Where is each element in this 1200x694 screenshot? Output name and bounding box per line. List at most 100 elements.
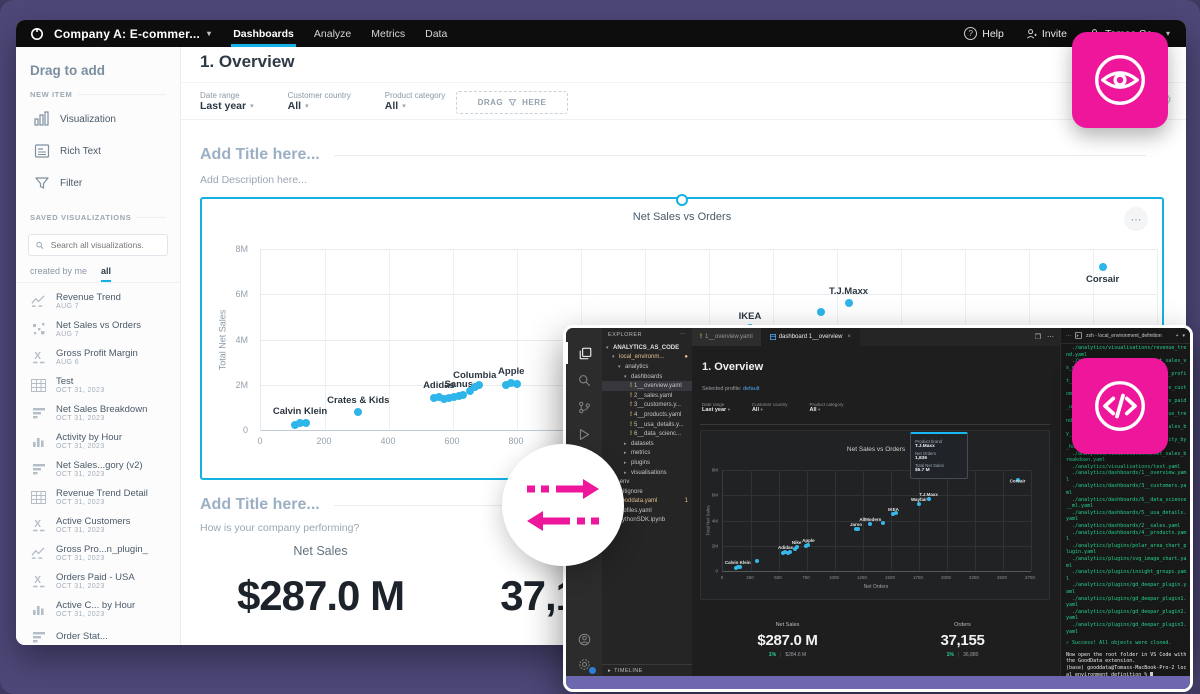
x-tick-label: 800 [508, 436, 523, 446]
editor-tabbar: ! 1__overview.yaml dashboard 1__overview… [692, 328, 1060, 346]
scatter-point-allmodern[interactable] [868, 522, 872, 526]
kpi-net-sales[interactable]: Net Sales $287.0 M 1%|$284.6 M [700, 616, 875, 674]
invite-button[interactable]: Invite [1026, 28, 1067, 40]
account-icon[interactable] [566, 628, 602, 650]
tree-item-datasets[interactable]: ▸datasets [602, 439, 692, 449]
scatter-point-crates-kids[interactable] [354, 408, 362, 416]
timeline-section[interactable]: ▸ TIMELINE [602, 664, 692, 676]
drag-filter-here-dropzone[interactable]: DRAG HERE [456, 91, 568, 114]
split-editor-icon[interactable]: ❐ [1035, 333, 1041, 341]
saved-viz-item[interactable]: Net Sales vs Orders AUG 7 [16, 315, 180, 343]
saved-viz-item[interactable]: Active C... by Hour OCT 31, 2023 [16, 595, 180, 623]
saved-viz-item[interactable]: X Gross Profit Margin AUG 6 [16, 343, 180, 371]
tree-item-local-environm-[interactable]: ▾local_environm...● [602, 353, 692, 363]
scatter-point[interactable] [738, 565, 742, 569]
widget-resize-handle[interactable] [676, 194, 688, 206]
invite-person-icon [1026, 28, 1037, 39]
new-terminal-icon[interactable]: + [1176, 333, 1179, 339]
explorer-more-icon[interactable]: ⋯ [680, 332, 686, 338]
tree-root[interactable]: ▾ANALYTICS_AS_CODE [602, 343, 692, 353]
filter-product-category[interactable]: Product category All▾ [385, 91, 445, 112]
scatter-point[interactable] [755, 559, 759, 563]
nav-metrics[interactable]: Metrics [371, 20, 405, 47]
tree-item-1-overview-yaml[interactable]: !1__overview.yaml [602, 381, 692, 391]
section2-description[interactable]: How is your company performing? [200, 522, 359, 534]
nav-analyze[interactable]: Analyze [314, 20, 351, 47]
x-tick-label: 0 [721, 575, 724, 580]
point-label: Apple [802, 538, 815, 543]
tab-created-by-me[interactable]: created by me [30, 266, 87, 282]
saved-viz-item[interactable]: Test OCT 31, 2023 [16, 371, 180, 399]
new-item-rich-text[interactable]: Rich Text [16, 135, 180, 167]
workspace-switcher[interactable]: Company A: E-commer... ▾ [54, 27, 211, 41]
files-icon[interactable] [566, 342, 602, 364]
kpi-orders[interactable]: Orders 37,155 1%|36,880 [875, 616, 1050, 674]
settings-gear-icon[interactable] [566, 653, 602, 675]
source-control-icon[interactable] [566, 396, 602, 418]
chevron-down-icon[interactable]: ▾ [1182, 333, 1185, 339]
saved-viz-item[interactable]: Order Stat... [16, 623, 180, 645]
search-icon[interactable] [566, 369, 602, 391]
saved-viz-item[interactable]: Gross Pro...n_plugin_ OCT 31, 2023 [16, 539, 180, 567]
new-item-visualization[interactable]: Visualization [16, 103, 180, 135]
scatter-point[interactable] [513, 380, 521, 388]
tree-item-5-usa-details-y-[interactable]: !5__usa_details.y... [602, 420, 692, 430]
tab-all[interactable]: all [101, 266, 111, 282]
nav-data[interactable]: Data [425, 20, 447, 47]
terminal-line: ./analytics/dashboards/3__customers.yaml [1066, 483, 1187, 496]
tree-item-dashboards[interactable]: ▾dashboards [602, 372, 692, 382]
scatter-point-corsair[interactable] [1099, 263, 1107, 271]
tree-item-3-customers-y-[interactable]: !3__customers.y... [602, 401, 692, 411]
filter-product-category[interactable]: Product category All ▾ [809, 402, 843, 413]
search-input[interactable] [49, 239, 160, 251]
widget-menu-button[interactable]: ⋯ [1124, 207, 1148, 231]
saved-viz-item[interactable]: Net Sales...gory (v2) OCT 31, 2023 [16, 455, 180, 483]
scatter-point[interactable] [817, 308, 825, 316]
tree-item-4-products-yaml[interactable]: !4__products.yaml [602, 410, 692, 420]
tree-item-metrics[interactable]: ▸metrics [602, 449, 692, 459]
scatter-point[interactable] [302, 419, 310, 427]
tree-item-plugins[interactable]: ▸plugins [602, 458, 692, 468]
sync-badge [502, 444, 624, 566]
close-icon[interactable]: × [847, 334, 851, 340]
filter-date-range[interactable]: Date range Last year▾ [200, 91, 254, 112]
scatter-point-nike[interactable] [795, 545, 799, 549]
tab-overview-yaml[interactable]: ! 1__overview.yaml [692, 328, 762, 346]
scatter-point-apple[interactable] [806, 543, 810, 547]
filter-date-range[interactable]: Date range Last year ▾ [702, 402, 730, 413]
scatter-point[interactable] [475, 381, 483, 389]
editor-more-icon[interactable]: ⋯ [1047, 333, 1054, 341]
run-debug-icon[interactable] [566, 423, 602, 445]
top-nav: Dashboards Analyze Metrics Data [233, 20, 447, 47]
saved-viz-item[interactable]: X Orders Paid - USA OCT 31, 2023 [16, 567, 180, 595]
saved-viz-item[interactable]: Revenue Trend AUG 7 [16, 287, 180, 315]
tree-item-2-sales-yaml[interactable]: !2__sales.yaml [602, 391, 692, 401]
point-label: Wayfair [911, 497, 927, 502]
tree-item-6-data-scienc-[interactable]: !6__data_scienc... [602, 429, 692, 439]
saved-viz-item[interactable]: Activity by Hour OCT 31, 2023 [16, 427, 180, 455]
filter-customer-country[interactable]: Customer country All ▾ [752, 402, 788, 413]
panel-more-icon[interactable]: ⋯ [1066, 333, 1071, 339]
tab-dashboard-overview[interactable]: dashboard 1__overview × [762, 328, 860, 346]
scatter-point[interactable] [856, 527, 860, 531]
saved-viz-item[interactable]: Net Sales Breakdown OCT 31, 2023 [16, 399, 180, 427]
kpi-net-sales[interactable]: Net Sales $287.0 M [200, 544, 441, 620]
visualization-icon [34, 111, 50, 127]
tree-item-analytics[interactable]: ▾analytics [602, 362, 692, 372]
help-button[interactable]: ? Help [964, 27, 1004, 40]
viz-type-icon [30, 491, 47, 504]
nav-dashboards[interactable]: Dashboards [233, 20, 294, 47]
section1-description-placeholder[interactable]: Add Description here... [200, 174, 307, 186]
y-tick-label: 6M [712, 493, 718, 498]
scatter-point-t-j-maxx[interactable] [927, 497, 931, 501]
scatter-point[interactable] [894, 511, 898, 515]
filter-customer-country[interactable]: Customer country All▾ [288, 91, 351, 112]
saved-viz-item[interactable]: X Active Customers OCT 31, 2023 [16, 511, 180, 539]
scatter-point[interactable] [788, 550, 792, 554]
scatter-point-wayfair[interactable] [917, 502, 921, 506]
scatter-point-t-j-maxx[interactable] [845, 299, 853, 307]
scatter-point[interactable] [881, 521, 885, 525]
new-item-filter[interactable]: Filter [16, 167, 180, 199]
section1-title-placeholder[interactable]: Add Title here... [200, 146, 1146, 164]
saved-viz-item[interactable]: Revenue Trend Detail OCT 31, 2023 [16, 483, 180, 511]
